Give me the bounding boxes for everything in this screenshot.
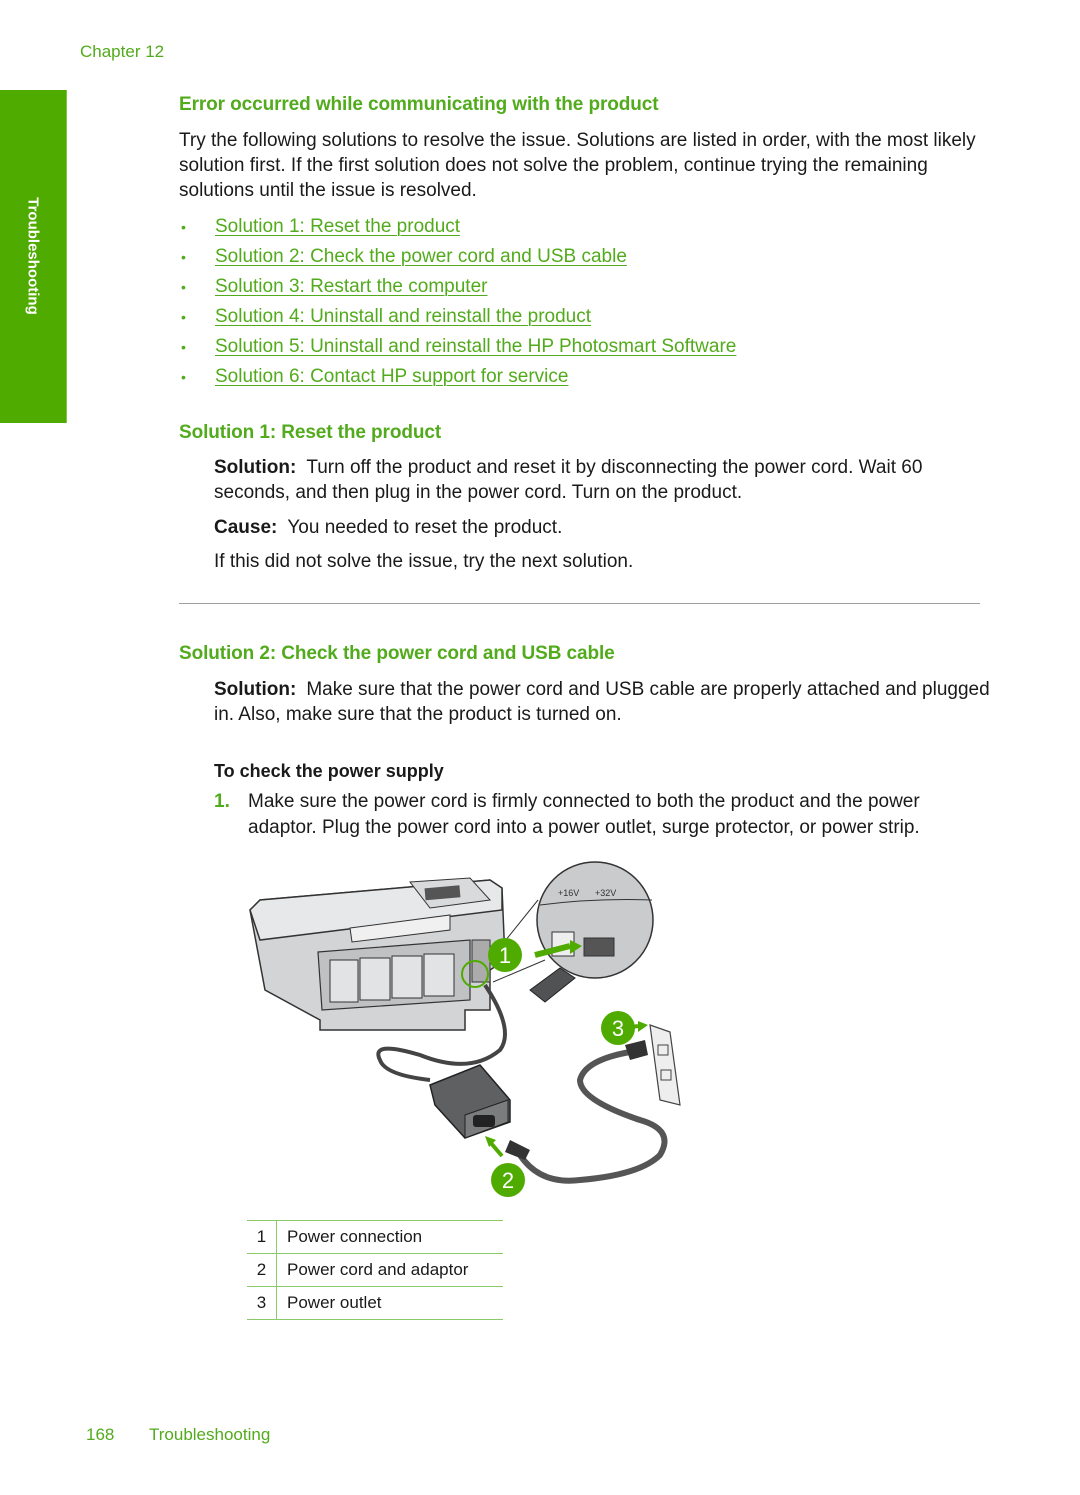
link-solution-3[interactable]: Solution 3: Restart the computer bbox=[215, 276, 487, 298]
callout-1: 1 bbox=[488, 938, 522, 972]
cord-plug-end bbox=[505, 1140, 530, 1160]
cause-body: You needed to reset the product. bbox=[287, 517, 563, 538]
list-item: • Solution 5: Uninstall and reinstall the… bbox=[179, 332, 736, 362]
printer-illustration bbox=[249, 877, 506, 1031]
solution-links-list: • Solution 1: Reset the product • Solution… bbox=[179, 212, 736, 392]
chapter-label: Chapter 12 bbox=[80, 42, 165, 61]
bullet-icon: • bbox=[181, 369, 186, 385]
port-label-16v: +16V bbox=[558, 888, 579, 898]
list-item: • Solution 6: Contact HP support for serv… bbox=[179, 362, 736, 392]
table-row: 3 Power outlet bbox=[247, 1286, 503, 1320]
svg-text:2: 2 bbox=[502, 1168, 514, 1193]
power-adaptor-illustration bbox=[429, 1064, 511, 1139]
legend-text: Power connection bbox=[276, 1220, 503, 1254]
step-text: Make sure the power cord is firmly conne… bbox=[248, 791, 920, 838]
list-item: • Solution 1: Reset the product bbox=[179, 212, 736, 242]
solution-label: Solution: bbox=[214, 457, 297, 478]
arrow-head-icon bbox=[638, 1021, 648, 1032]
solution-1-text: Solution: Turn off the product and reset … bbox=[214, 455, 994, 505]
list-item: • Solution 4: Uninstall and reinstall the… bbox=[179, 302, 736, 332]
callout-2: 2 bbox=[491, 1163, 525, 1197]
bullet-icon: • bbox=[181, 339, 186, 355]
side-tab: Troubleshooting bbox=[0, 90, 67, 423]
page-number: 168 bbox=[86, 1425, 115, 1444]
table-row: 2 Power cord and adaptor bbox=[247, 1253, 503, 1287]
bullet-icon: • bbox=[181, 279, 186, 295]
cause-label: Cause: bbox=[214, 517, 278, 538]
legend-number: 2 bbox=[247, 1253, 277, 1287]
solution-2-text: Solution: Make sure that the power cord a… bbox=[214, 677, 994, 727]
section-title: Error occurred while communicating with … bbox=[179, 94, 659, 115]
illustration-legend: 1 Power connection 2 Power cord and adap… bbox=[247, 1220, 503, 1320]
svg-text:1: 1 bbox=[499, 943, 511, 968]
outlet-cord bbox=[517, 1049, 668, 1184]
legend-number: 3 bbox=[247, 1286, 277, 1320]
intro-paragraph: Try the following solutions to resolve t… bbox=[179, 130, 976, 201]
legend-number: 1 bbox=[247, 1220, 277, 1254]
link-solution-5[interactable]: Solution 5: Uninstall and reinstall the … bbox=[215, 336, 736, 358]
table-row: 1 Power connection bbox=[247, 1220, 503, 1254]
link-solution-2[interactable]: Solution 2: Check the power cord and USB… bbox=[215, 246, 627, 268]
side-tab-label: Troubleshooting bbox=[24, 197, 42, 315]
next-solution-text: If this did not solve the issue, try the… bbox=[214, 551, 634, 572]
list-item: • Solution 3: Restart the computer bbox=[179, 272, 736, 302]
callout-3: 3 bbox=[601, 1011, 635, 1045]
port-closeup: +16V +32V bbox=[492, 861, 654, 1003]
list-item: • Solution 2: Check the power cord and US… bbox=[179, 242, 736, 272]
solution-1-title: Solution 1: Reset the product bbox=[179, 422, 442, 443]
solution-label: Solution: bbox=[214, 679, 297, 700]
bullet-icon: • bbox=[181, 309, 186, 325]
link-solution-4[interactable]: Solution 4: Uninstall and reinstall the … bbox=[215, 306, 591, 328]
cause-text: Cause: You needed to reset the product. bbox=[214, 515, 994, 540]
step-number: 1. bbox=[214, 791, 230, 812]
solution-1-body: Turn off the product and reset it by dis… bbox=[214, 457, 923, 503]
link-solution-6[interactable]: Solution 6: Contact HP support for servi… bbox=[215, 366, 568, 388]
solution-2-body: Make sure that the power cord and USB ca… bbox=[214, 679, 990, 725]
section-divider bbox=[179, 603, 980, 604]
bullet-icon: • bbox=[181, 219, 186, 235]
wall-outlet-illustration bbox=[649, 1024, 681, 1106]
solution-2-title: Solution 2: Check the power cord and USB… bbox=[179, 643, 615, 664]
port-label-32v: +32V bbox=[595, 888, 616, 898]
power-connection-illustration: +16V +32V 1 3 2 bbox=[240, 860, 700, 1210]
legend-text: Power cord and adaptor bbox=[276, 1253, 503, 1287]
wall-plug bbox=[625, 1040, 648, 1060]
footer-section-name: Troubleshooting bbox=[149, 1425, 271, 1444]
bullet-icon: • bbox=[181, 249, 186, 265]
legend-text: Power outlet bbox=[276, 1286, 503, 1320]
link-solution-1[interactable]: Solution 1: Reset the product bbox=[215, 216, 460, 238]
procedure-title: To check the power supply bbox=[214, 761, 444, 781]
svg-text:3: 3 bbox=[612, 1016, 624, 1041]
